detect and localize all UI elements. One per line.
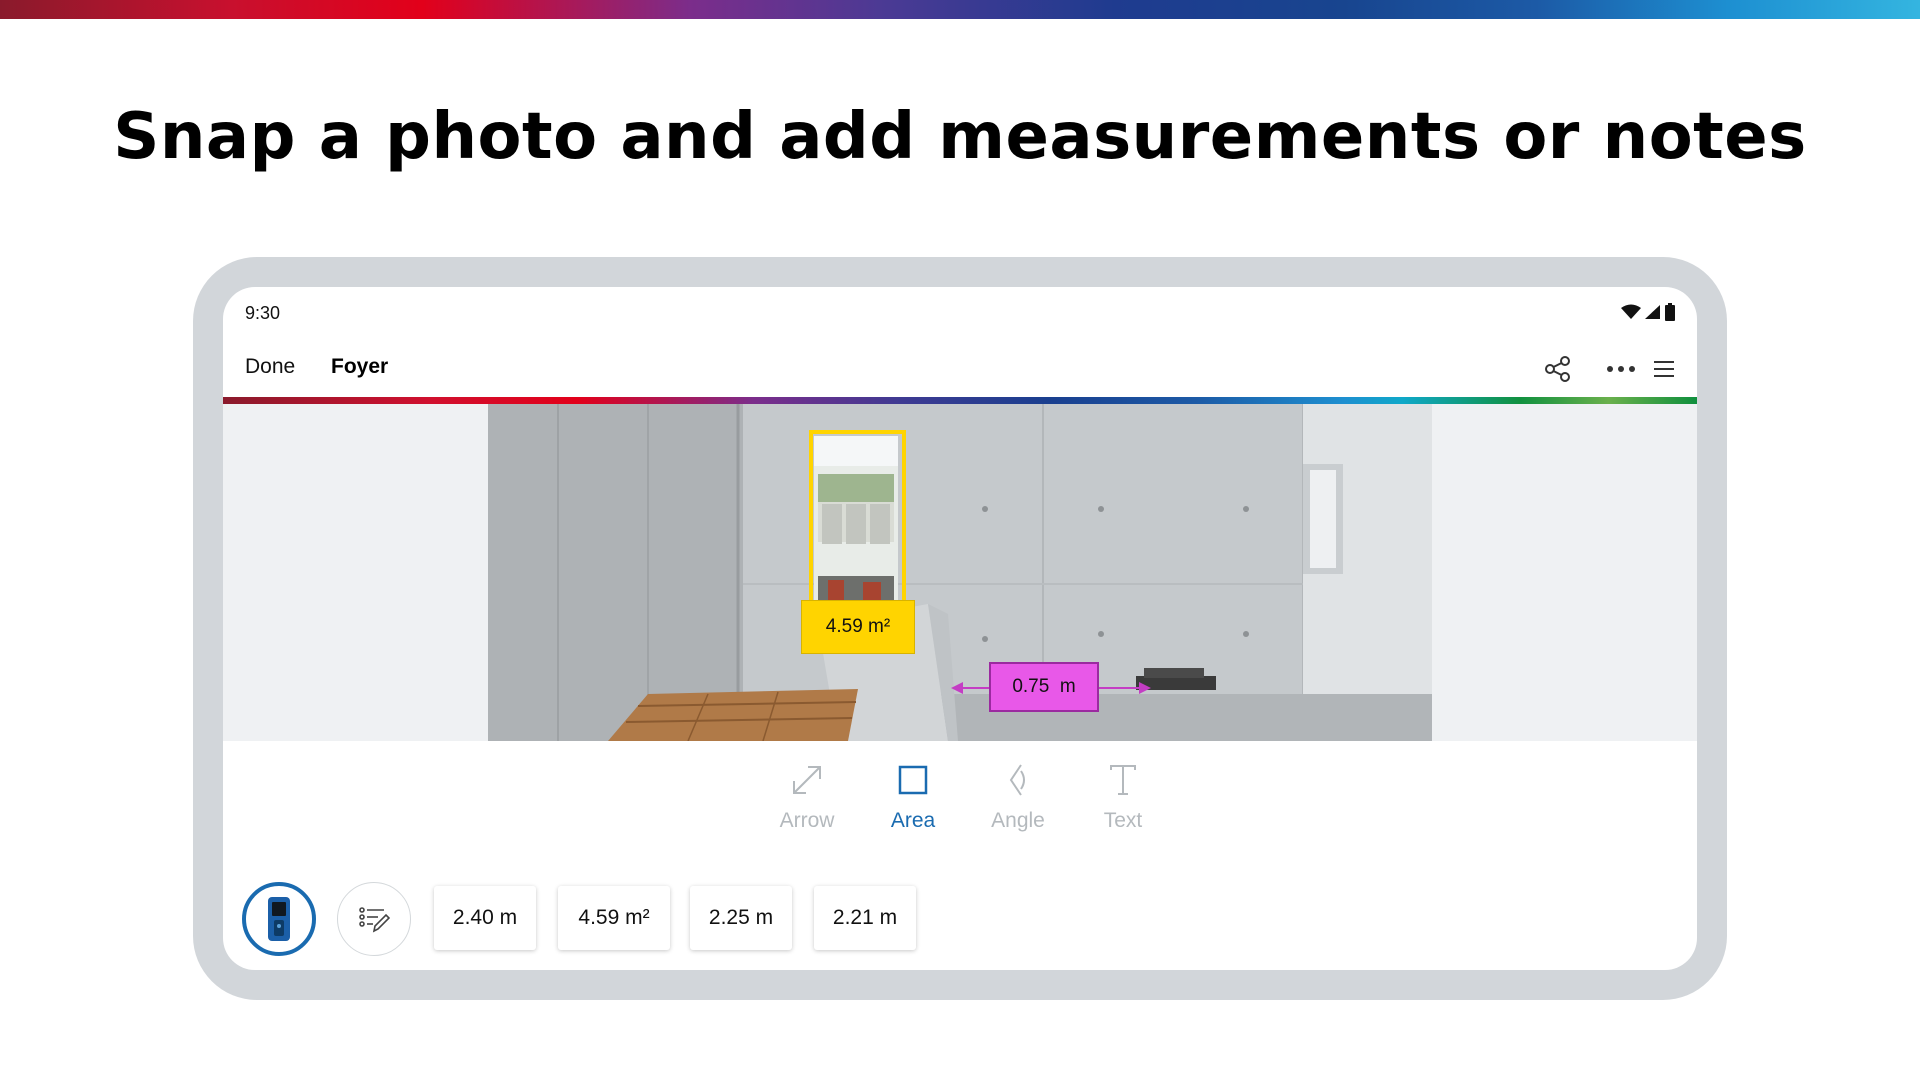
area-annotation-label[interactable]: 4.59 m² bbox=[801, 600, 915, 654]
tool-label: Arrow bbox=[779, 809, 835, 832]
list-edit-icon bbox=[359, 907, 390, 933]
measurement-bar: 2.40 m 4.59 m² 2.25 m 2.21 m bbox=[223, 861, 1697, 970]
app-screen: 9:30 Done Foyer 4.59 m² 0.75 m Arrow Are… bbox=[223, 287, 1697, 970]
area-annotation-frame[interactable] bbox=[809, 430, 906, 608]
measurement-chip[interactable]: 4.59 m² bbox=[558, 886, 670, 950]
status-icons bbox=[1621, 303, 1675, 321]
device-connect-button[interactable] bbox=[242, 882, 316, 956]
tool-text[interactable]: Text bbox=[1083, 763, 1163, 833]
brand-rainbow-bar bbox=[223, 397, 1697, 404]
menu-icon[interactable] bbox=[1646, 351, 1682, 387]
area-value: 4.59 m² bbox=[825, 616, 891, 637]
tool-label: Text bbox=[1103, 809, 1143, 832]
status-bar: 9:30 bbox=[223, 287, 1697, 337]
laser-measure-icon bbox=[268, 897, 290, 941]
annotation-toolbar: Arrow Area Angle Text bbox=[223, 741, 1697, 861]
brand-stripe bbox=[0, 0, 1920, 19]
tool-label: Angle bbox=[991, 809, 1045, 832]
status-time: 9:30 bbox=[245, 303, 281, 323]
room-photo: 4.59 m² 0.75 m bbox=[488, 404, 1432, 741]
headline: Snap a photo and add measurements or not… bbox=[113, 100, 1807, 174]
share-icon[interactable] bbox=[1540, 351, 1576, 387]
arrow-diagonal-icon bbox=[793, 766, 821, 794]
tool-area[interactable]: Area bbox=[873, 763, 953, 833]
more-horizontal-icon[interactable] bbox=[1603, 351, 1639, 387]
measurement-chip[interactable]: 2.21 m bbox=[814, 886, 916, 950]
text-icon bbox=[1110, 765, 1136, 795]
tool-arrow[interactable]: Arrow bbox=[767, 763, 847, 833]
tool-label: Area bbox=[890, 809, 936, 832]
square-icon bbox=[898, 765, 928, 795]
measurement-chip[interactable]: 2.25 m bbox=[690, 886, 792, 950]
distance-annotation-label[interactable]: 0.75 m bbox=[989, 662, 1099, 712]
app-bar: Done Foyer bbox=[223, 337, 1697, 397]
page-title: Foyer bbox=[331, 355, 389, 378]
photo-canvas[interactable]: 4.59 m² 0.75 m bbox=[223, 404, 1697, 741]
wifi-icon bbox=[1621, 304, 1641, 319]
measurement-list-button[interactable] bbox=[337, 882, 411, 956]
measurement-chip[interactable]: 2.40 m bbox=[434, 886, 536, 950]
tool-angle[interactable]: Angle bbox=[978, 763, 1058, 833]
done-button[interactable]: Done bbox=[245, 355, 295, 379]
angle-icon bbox=[1009, 764, 1025, 796]
distance-value: 0.75 m bbox=[1012, 676, 1076, 697]
battery-icon bbox=[1665, 303, 1675, 321]
cell-signal-icon bbox=[1645, 305, 1660, 319]
